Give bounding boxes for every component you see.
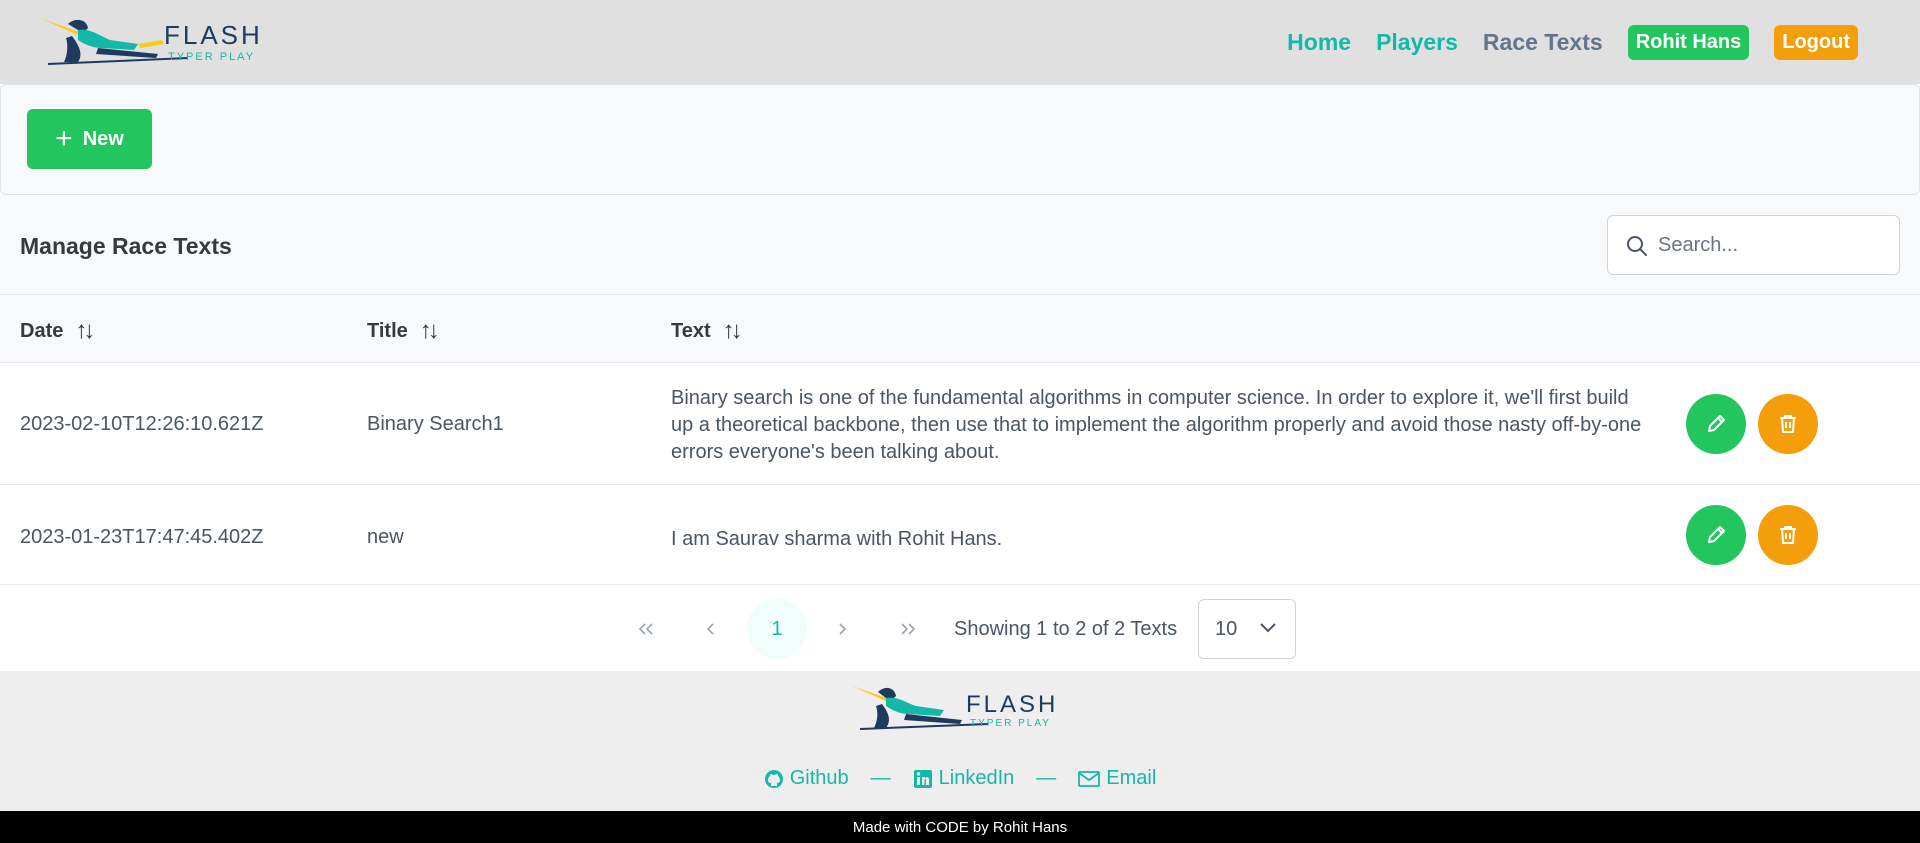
footer-brand-name: FLASH [966, 691, 1058, 718]
nav-players[interactable]: Players [1376, 29, 1458, 56]
linkedin-link[interactable]: LinkedIn [913, 767, 1015, 790]
footer-logo: FLASH TYPER PLAY [852, 686, 1058, 730]
last-page-button[interactable] [878, 599, 938, 659]
table-column-header: Date ↑↓ Title ↑↓ Text ↑↓ [0, 295, 1920, 363]
row-date: 2023-02-10T12:26:10.621Z [20, 413, 264, 435]
rows-per-page-value: 10 [1215, 618, 1238, 640]
flash-logo[interactable]: FLASH TYPER PLAY [38, 14, 276, 66]
row-title: new [367, 526, 404, 548]
new-button[interactable]: + New [27, 109, 152, 169]
prev-page-button[interactable] [681, 599, 741, 659]
table-row: 2023-02-10T12:26:10.621Z Binary Search1 … [0, 363, 1920, 485]
column-date-label: Date [20, 319, 64, 342]
row-text: Binary search is one of the fundamental … [671, 387, 1642, 463]
footer-links: Github — LinkedIn — Email [0, 767, 1920, 790]
sort-icon[interactable]: ↑↓ [75, 317, 95, 345]
edit-button[interactable] [1686, 505, 1746, 565]
table-row: 2023-01-23T17:47:45.402Z new I am Saurav… [0, 485, 1920, 585]
rows-per-page-dropdown[interactable]: 10 [1198, 599, 1296, 659]
credit-bar: Made with CODE by Rohit Hans [0, 811, 1920, 843]
nav-home[interactable]: Home [1287, 29, 1351, 56]
nav-race-texts[interactable]: Race Texts [1483, 29, 1603, 56]
search-box[interactable] [1607, 215, 1900, 275]
row-text: I am Saurav sharma with Rohit Hans. [671, 528, 1003, 550]
row-date: 2023-01-23T17:47:45.402Z [20, 526, 264, 548]
chevron-right-icon [839, 623, 847, 635]
top-navbar: FLASH TYPER PLAY Home Players Race Texts… [0, 0, 1920, 84]
footer-brand-tagline: TYPER PLAY [970, 718, 1051, 729]
pencil-icon [1708, 415, 1725, 432]
column-date[interactable]: Date ↑↓ [20, 317, 95, 345]
main-nav: Home Players Race Texts Rohit Hans Logou… [1287, 24, 1883, 60]
chevron-double-right-icon [901, 623, 916, 635]
github-label: Github [789, 767, 849, 789]
paginator: 1 Showing 1 to 2 of 2 Texts 10 [0, 585, 1920, 671]
link-separator: — [870, 767, 891, 789]
email-label: Email [1106, 767, 1157, 789]
trash-icon [1780, 526, 1796, 544]
github-link[interactable]: Github [764, 767, 849, 790]
credit-text: Made with CODE by Rohit Hans [852, 818, 1068, 836]
brand-tagline: TYPER PLAY [168, 51, 255, 63]
toolbar: + New [0, 84, 1920, 195]
delete-button[interactable] [1758, 505, 1818, 565]
chevron-left-icon [706, 623, 714, 635]
delete-button[interactable] [1758, 394, 1818, 454]
chevron-down-icon [1260, 623, 1276, 633]
linkedin-icon [913, 769, 932, 788]
link-separator: — [1036, 767, 1057, 789]
column-text-label: Text [671, 319, 711, 342]
brand-name: FLASH [164, 20, 263, 50]
sort-icon[interactable]: ↑↓ [420, 317, 440, 345]
first-page-button[interactable] [616, 599, 676, 659]
search-icon [1627, 236, 1647, 256]
edit-button[interactable] [1686, 394, 1746, 454]
search-input[interactable] [1658, 216, 1888, 274]
trash-icon [1780, 415, 1796, 433]
row-title: Binary Search1 [367, 413, 504, 435]
column-title[interactable]: Title ↑↓ [367, 317, 440, 345]
plus-icon: + [55, 122, 73, 155]
new-button-label: New [82, 127, 124, 150]
page-title: Manage Race Texts [20, 233, 232, 259]
next-page-button[interactable] [812, 599, 872, 659]
column-text[interactable]: Text ↑↓ [671, 317, 743, 345]
chevron-double-left-icon [638, 623, 653, 635]
email-link[interactable]: Email [1078, 767, 1156, 790]
user-button[interactable]: Rohit Hans [1627, 24, 1750, 60]
page-report: Showing 1 to 2 of 2 Texts [954, 618, 1178, 640]
github-icon [764, 769, 783, 788]
sort-icon[interactable]: ↑↓ [723, 317, 743, 345]
column-title-label: Title [367, 319, 408, 342]
envelope-icon [1078, 770, 1101, 787]
footer: FLASH TYPER PLAY Github — LinkedIn — Ema… [0, 671, 1920, 811]
linkedin-label: LinkedIn [938, 767, 1015, 789]
table-header: Manage Race Texts [0, 195, 1920, 295]
pencil-icon [1708, 526, 1725, 543]
logout-button[interactable]: Logout [1774, 24, 1858, 60]
page-button[interactable]: 1 [747, 599, 807, 659]
